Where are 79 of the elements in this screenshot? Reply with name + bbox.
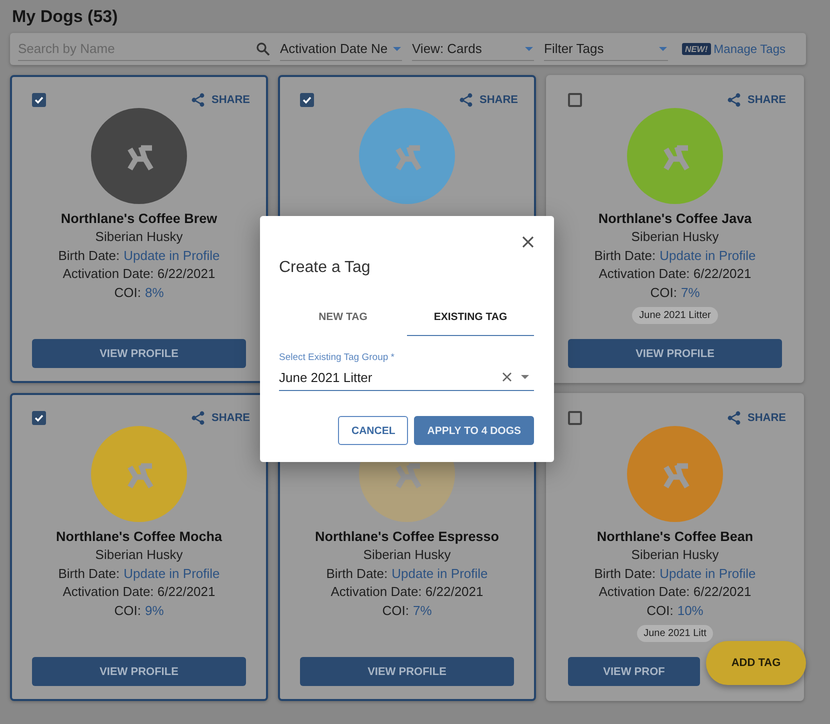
manage-tags-link[interactable]: Manage Tags (714, 42, 786, 56)
breed-text: Siberian Husky (631, 546, 719, 564)
share-button[interactable]: SHARE (727, 93, 786, 107)
tag-group-field[interactable]: June 2021 Litter (279, 364, 534, 391)
dog-name: Northlane's Coffee Mocha (56, 529, 222, 546)
coi-value: 8% (144, 284, 164, 302)
share-button[interactable]: SHARE (727, 411, 786, 425)
activation-date-text: Activation Date: 6/22/2021 (598, 265, 752, 283)
share-icon (459, 93, 474, 107)
field-label: Select Existing Tag Group * (279, 352, 396, 364)
update-profile-link[interactable]: Update in Profile (124, 246, 220, 265)
apply-button[interactable]: APPLY TO 4 DOGS (414, 416, 534, 445)
share-icon (727, 93, 742, 107)
update-profile-link[interactable]: Update in Profile (660, 246, 756, 265)
view-profile-button[interactable]: VIEW PROF (568, 657, 700, 686)
breed-text: Siberian Husky (95, 228, 183, 246)
coi-label: COI: (650, 284, 677, 302)
breed-text: Siberian Husky (631, 228, 719, 246)
activation-date-text: Activation Date: 6/22/2021 (62, 583, 216, 601)
view-profile-button[interactable]: VIEW PROFILE (300, 657, 514, 686)
activation-date-text: Activation Date: 6/22/2021 (62, 265, 216, 283)
tag-chip: June 2021 Litter (632, 306, 718, 324)
dropdown-caret-icon[interactable] (520, 374, 530, 380)
checkbox[interactable] (568, 93, 582, 107)
share-button[interactable]: SHARE (191, 411, 250, 425)
share-icon (727, 411, 742, 425)
dialog-title: Create a Tag (279, 259, 372, 278)
breed-text: Siberian Husky (363, 546, 451, 564)
coi-label: COI: (114, 284, 141, 302)
dog-name: Northlane's Coffee Espresso (314, 529, 499, 546)
birth-date-label: Birth Date: (594, 246, 656, 264)
coi-label: COI: (114, 602, 141, 620)
coi-value: 9% (144, 602, 164, 620)
share-icon (191, 411, 206, 425)
dropdown-caret-icon (658, 46, 668, 52)
checkbox[interactable] (32, 411, 46, 425)
coi-value: 7% (412, 602, 432, 620)
filter-dropdown[interactable]: Filter Tags (544, 37, 668, 61)
checkbox[interactable] (32, 93, 46, 107)
sort-dropdown[interactable]: Activation Date Ne (280, 37, 402, 61)
activation-date-text: Activation Date: 6/22/2021 (330, 583, 484, 601)
cancel-button[interactable]: CANCEL (338, 416, 408, 445)
add-tag-button[interactable]: ADD TAG (706, 641, 806, 685)
tab[interactable]: NEW TAG (279, 299, 407, 336)
checkbox[interactable] (300, 93, 314, 107)
share-button[interactable]: SHARE (459, 93, 518, 107)
update-profile-link[interactable]: Update in Profile (124, 564, 220, 583)
activation-date-text: Activation Date: 6/22/2021 (598, 583, 752, 601)
breed-text: Siberian Husky (95, 546, 183, 564)
dropdown-caret-icon (392, 46, 402, 52)
view-profile-button[interactable]: VIEW PROFILE (32, 339, 246, 368)
clear-icon[interactable] (502, 372, 512, 382)
birth-date-label: Birth Date: (58, 246, 120, 264)
birth-date-label: Birth Date: (326, 564, 388, 582)
update-profile-link[interactable]: Update in Profile (392, 564, 488, 583)
checkbox[interactable] (568, 411, 582, 425)
dog-name: Northlane's Coffee Brew (60, 211, 218, 228)
update-profile-link[interactable]: Update in Profile (660, 564, 756, 583)
search-icon[interactable] (256, 42, 270, 56)
coi-value: 10% (677, 602, 704, 620)
birth-date-label: Birth Date: (58, 564, 120, 582)
dog-name: Northlane's Coffee Java (598, 211, 752, 228)
view-profile-button[interactable]: VIEW PROFILE (568, 339, 782, 368)
tab[interactable]: EXISTING TAG (407, 299, 534, 336)
view-profile-button[interactable]: VIEW PROFILE (32, 657, 246, 686)
new-badge: NEW! (682, 43, 711, 55)
close-icon (521, 235, 535, 249)
tag-chip: June 2021 Litt (636, 624, 714, 642)
view-dropdown[interactable]: View: Cards (412, 37, 534, 61)
dog-name: Northlane's Coffee Bean (596, 529, 754, 546)
coi-value: 7% (680, 284, 700, 302)
share-icon (191, 93, 206, 107)
close-button[interactable] (521, 235, 535, 249)
share-button[interactable]: SHARE (191, 93, 250, 107)
coi-label: COI: (382, 602, 409, 620)
page-title: My Dogs (53) (11, 6, 119, 26)
dropdown-caret-icon (524, 46, 534, 52)
coi-label: COI: (646, 602, 674, 620)
birth-date-label: Birth Date: (594, 564, 656, 582)
